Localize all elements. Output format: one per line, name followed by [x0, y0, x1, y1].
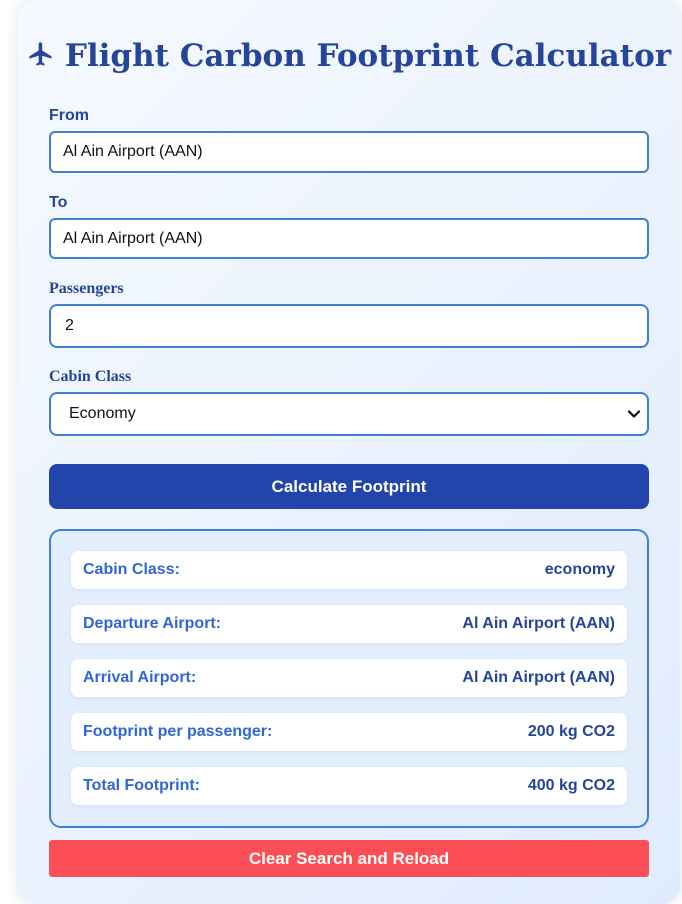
- page-title: Flight Carbon Footprint Calculator: [18, 38, 680, 76]
- result-value: 200 kg CO2: [527, 723, 615, 740]
- from-label: From: [49, 107, 89, 124]
- results-panel: Cabin Class: economy Departure Airport: …: [49, 529, 649, 828]
- result-key: Footprint per passenger:: [83, 723, 273, 740]
- result-key: Arrival Airport:: [83, 669, 197, 686]
- from-input[interactable]: [49, 131, 649, 173]
- cabin-class-select[interactable]: Economy: [49, 392, 649, 436]
- clear-search-button[interactable]: Clear Search and Reload: [49, 840, 649, 877]
- result-value: 400 kg CO2: [527, 777, 615, 794]
- passengers-label: Passengers: [49, 280, 124, 297]
- result-row-per-passenger: Footprint per passenger: 200 kg CO2: [71, 713, 627, 751]
- cabin-class-selected: Economy: [69, 405, 136, 422]
- to-input[interactable]: [49, 218, 649, 259]
- result-value: Al Ain Airport (AAN): [462, 615, 615, 632]
- result-row-arrival: Arrival Airport: Al Ain Airport (AAN): [71, 659, 627, 697]
- result-row-cabin-class: Cabin Class: economy: [71, 551, 627, 589]
- passengers-input[interactable]: [49, 304, 649, 348]
- chevron-down-icon: [627, 407, 641, 426]
- airplane-icon: [27, 40, 55, 76]
- result-value: Al Ain Airport (AAN): [462, 669, 615, 686]
- title-text: Flight Carbon Footprint Calculator: [64, 38, 672, 74]
- result-key: Cabin Class:: [83, 561, 180, 578]
- cabin-class-label: Cabin Class: [49, 368, 132, 385]
- result-row-departure: Departure Airport: Al Ain Airport (AAN): [71, 605, 627, 643]
- to-label: To: [49, 194, 68, 211]
- result-value: economy: [544, 561, 615, 578]
- result-row-total: Total Footprint: 400 kg CO2: [71, 767, 627, 805]
- result-key: Departure Airport:: [83, 615, 222, 632]
- calculate-footprint-button[interactable]: Calculate Footprint: [49, 464, 649, 509]
- result-key: Total Footprint:: [83, 777, 200, 794]
